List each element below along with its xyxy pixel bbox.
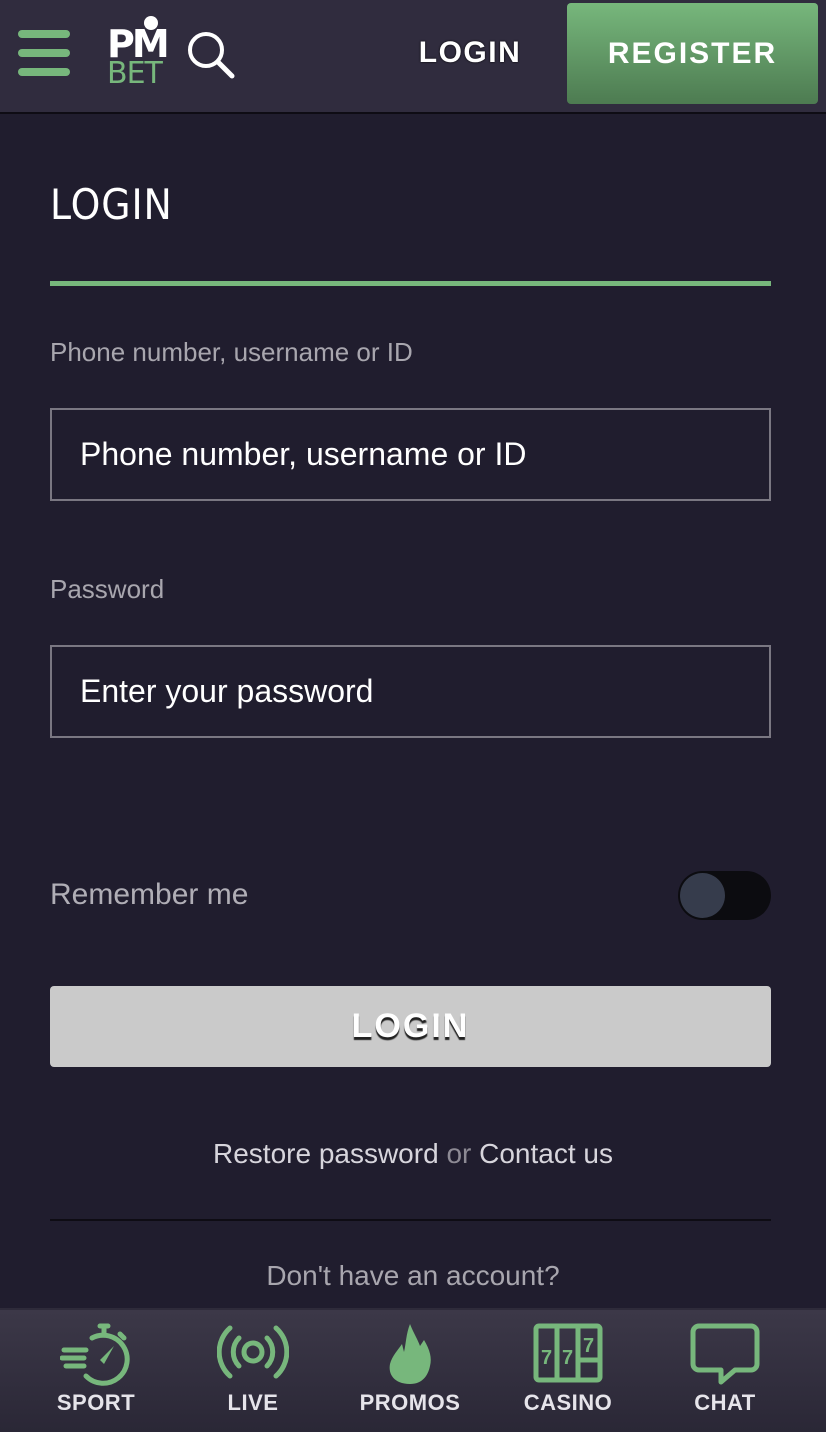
password-label: Password [50, 574, 165, 604]
login-submit-button[interactable]: LOGIN [50, 986, 771, 1067]
toggle-knob [680, 873, 725, 918]
svg-text:7: 7 [583, 1335, 594, 1357]
slot-machine-icon: 7 7 7 [533, 1323, 603, 1383]
search-button[interactable] [184, 28, 238, 82]
help-links: Restore password or Contact us [0, 1136, 826, 1172]
nav-item-casino[interactable]: 7 7 7 CASINO [508, 1310, 628, 1430]
menu-button[interactable] [16, 28, 72, 78]
hamburger-menu-icon [18, 30, 70, 38]
contact-us-link[interactable]: Contact us [479, 1138, 613, 1169]
nav-item-promos[interactable]: PROMOS [350, 1310, 470, 1430]
flame-icon [389, 1324, 431, 1384]
nav-label: SPORT [56, 1390, 136, 1415]
nav-label: CASINO [523, 1390, 613, 1415]
page-title: LOGIN [50, 180, 173, 229]
pmbet-logo[interactable]: PM BET [106, 14, 170, 92]
or-text: or [446, 1138, 472, 1169]
hamburger-menu-icon-bar [18, 49, 70, 57]
title-underline [50, 281, 771, 286]
svg-text:7: 7 [541, 1347, 552, 1369]
register-button[interactable]: REGISTER [567, 3, 818, 104]
svg-text:7: 7 [562, 1347, 573, 1369]
remember-me-toggle[interactable] [678, 871, 771, 920]
username-label: Phone number, username or ID [50, 337, 413, 367]
logo-text-bottom: BET [107, 56, 163, 91]
stopwatch-icon [60, 1323, 130, 1386]
header-login-link[interactable]: LOGIN [410, 30, 530, 76]
divider [50, 1219, 771, 1221]
nav-label: LIVE [227, 1390, 279, 1415]
bottom-nav: SPORT LIVE PROMOS 7 7 7 CASINO CHAT [0, 1308, 826, 1432]
hamburger-menu-icon-bar [18, 68, 70, 76]
username-input[interactable]: Phone number, username or ID [50, 408, 771, 501]
nav-item-sport[interactable]: SPORT [36, 1310, 156, 1430]
nav-label: PROMOS [359, 1390, 461, 1415]
password-input[interactable]: Enter your password [50, 645, 771, 738]
remember-me-label: Remember me [50, 878, 249, 911]
nav-item-live[interactable]: LIVE [193, 1310, 313, 1430]
restore-password-link[interactable]: Restore password [213, 1138, 439, 1169]
live-broadcast-icon [217, 1325, 289, 1379]
no-account-text: Don't have an account? [266, 1260, 560, 1291]
search-icon [188, 32, 235, 79]
chat-bubble-icon [690, 1323, 760, 1385]
nav-item-chat[interactable]: CHAT [665, 1310, 785, 1430]
nav-label: CHAT [694, 1390, 756, 1415]
top-bar: PM BET LOGIN REGISTER [0, 0, 826, 114]
